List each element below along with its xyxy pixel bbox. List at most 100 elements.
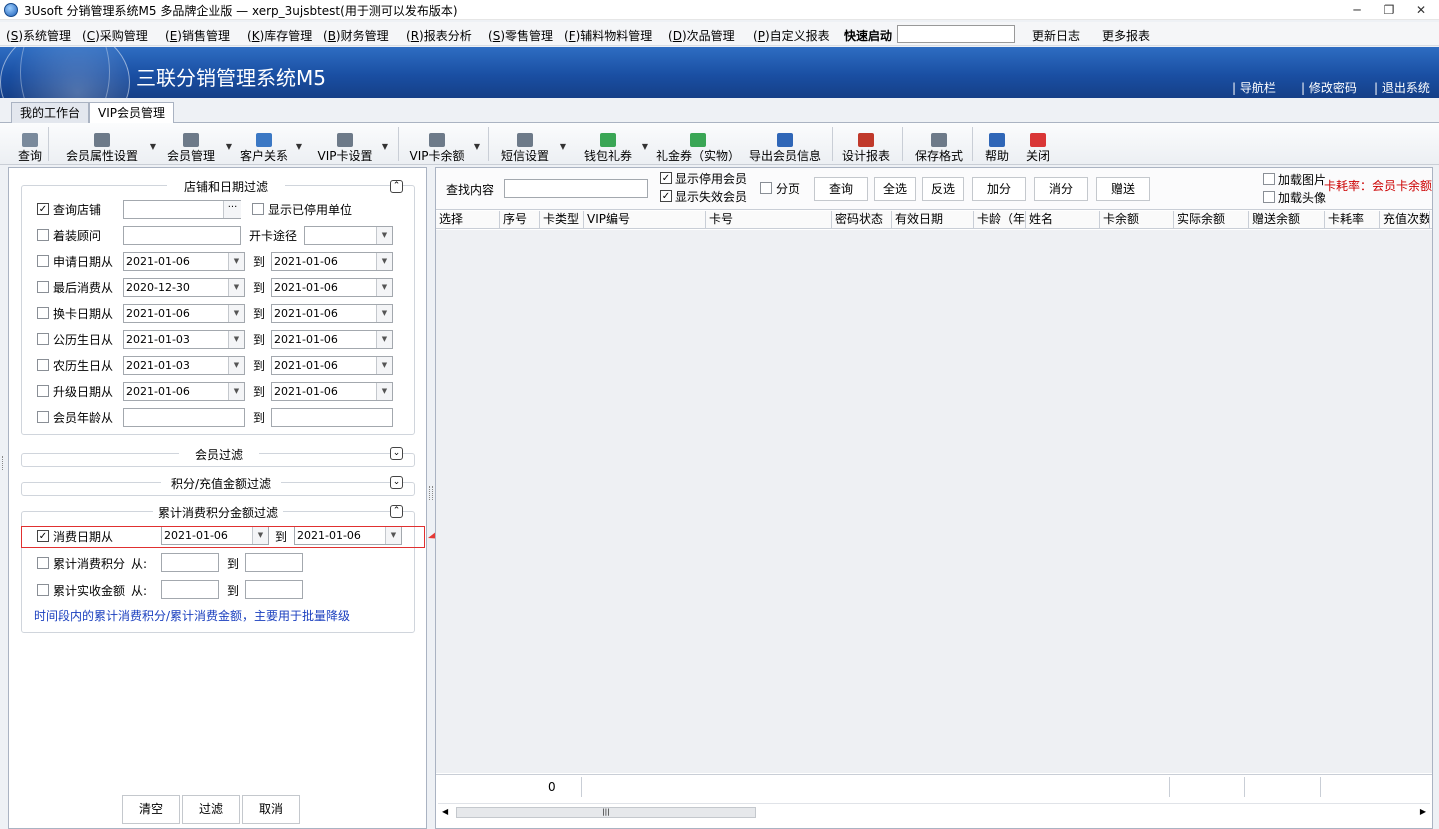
grid-body[interactable] [436, 230, 1432, 773]
date-row-checkbox[interactable] [37, 333, 49, 345]
grid-column-header[interactable]: VIP编号 [584, 211, 706, 229]
date-row-checkbox[interactable] [37, 255, 49, 267]
grid-column-header[interactable]: 卡号 [706, 211, 832, 229]
chevron-down-icon[interactable]: ▼ [228, 383, 244, 400]
date-row-checkbox[interactable] [37, 359, 49, 371]
clear-button[interactable]: 清空 [122, 795, 180, 824]
menu-item-1[interactable]: (C)采购管理 [82, 27, 148, 44]
dropdown-arrow-icon[interactable]: ▼ [296, 142, 302, 151]
toolbar-button-1[interactable]: 会员属性设置 ▼ [58, 126, 156, 166]
scroll-left-icon[interactable]: ◀ [442, 807, 448, 816]
age-to-input[interactable] [271, 408, 393, 427]
date-row-to[interactable]: 2021-01-06 ▼ [271, 356, 393, 375]
toolbar-button-0[interactable]: 查询 [12, 126, 48, 166]
cancel-button[interactable]: 取消 [242, 795, 300, 824]
date-row-checkbox[interactable] [37, 281, 49, 293]
tab-vip-management[interactable]: VIP会员管理 [89, 102, 174, 124]
horizontal-scrollbar[interactable]: ◀ ||| ▶ [438, 803, 1430, 820]
show-invalid-members-checkbox[interactable]: ✓ [660, 190, 672, 202]
cumulative-points-to[interactable] [245, 553, 303, 572]
chevron-down-icon[interactable]: ▼ [376, 253, 392, 270]
toolbar-button-6[interactable]: 短信设置 ▼ [494, 126, 566, 166]
date-row-checkbox[interactable] [37, 307, 49, 319]
toolbar-button-2[interactable]: 会员管理 ▼ [160, 126, 232, 166]
chevron-down-icon[interactable]: ▼ [376, 227, 392, 244]
minimize-icon[interactable]: ─ [1342, 1, 1372, 19]
grid-column-header[interactable]: 实际余额 [1174, 211, 1249, 229]
splitter-handle[interactable] [429, 486, 433, 500]
more-reports-link[interactable]: 更多报表 [1102, 27, 1150, 44]
age-checkbox[interactable] [37, 411, 49, 423]
grid-column-header[interactable]: 赠送余额 [1249, 211, 1325, 229]
toolbar-button-13[interactable]: 关闭 [1020, 126, 1056, 166]
logout-link[interactable]: 退出系统 [1374, 79, 1430, 96]
chevron-down-icon[interactable]: ▼ [228, 357, 244, 374]
grid-column-header[interactable]: 姓名 [1026, 211, 1100, 229]
add-points-button[interactable]: 加分 [972, 177, 1026, 201]
deduct-points-button[interactable]: 消分 [1034, 177, 1088, 201]
update-log-link[interactable]: 更新日志 [1032, 27, 1080, 44]
date-row-to[interactable]: 2021-01-06 ▼ [271, 304, 393, 323]
grid-column-header[interactable]: 充值次数 [1380, 211, 1430, 229]
change-password-link[interactable]: 修改密码 [1301, 79, 1357, 96]
load-avatar-checkbox[interactable] [1263, 191, 1275, 203]
collapse-up-icon[interactable]: ⌃ [390, 505, 403, 518]
toolbar-button-5[interactable]: VIP卡余额 ▼ [404, 126, 480, 166]
date-row-from[interactable]: 2021-01-06 ▼ [123, 252, 245, 271]
toolbar-button-10[interactable]: 设计报表 [838, 126, 894, 166]
browse-ellipsis-button[interactable]: ··· [223, 201, 241, 218]
toolbar-button-4[interactable]: VIP卡设置 ▼ [312, 126, 388, 166]
chevron-down-icon[interactable]: ▼ [228, 279, 244, 296]
date-row-to[interactable]: 2021-01-06 ▼ [271, 382, 393, 401]
chevron-down-icon[interactable]: ▼ [376, 357, 392, 374]
filter-button[interactable]: 过滤 [182, 795, 240, 824]
search-input[interactable] [504, 179, 648, 198]
grid-column-header[interactable]: 卡余额 [1100, 211, 1174, 229]
date-row-from[interactable]: 2020-12-30 ▼ [123, 278, 245, 297]
navbar-link[interactable]: 导航栏 [1232, 79, 1276, 96]
query-store-checkbox[interactable]: ✓ [37, 203, 49, 215]
grid-column-header[interactable]: 密码状态 [832, 211, 892, 229]
chevron-down-icon[interactable]: ▼ [228, 331, 244, 348]
menu-item-5[interactable]: (R)报表分析 [406, 27, 472, 44]
cumulative-amount-to[interactable] [245, 580, 303, 599]
expand-down-icon[interactable]: ⌄ [390, 476, 403, 489]
grid-column-header[interactable]: 卡类型 [540, 211, 584, 229]
expand-down-icon[interactable]: ⌄ [390, 447, 403, 460]
chevron-down-icon[interactable]: ▼ [376, 383, 392, 400]
consultant-checkbox[interactable] [37, 229, 49, 241]
gift-button[interactable]: 赠送 [1096, 177, 1150, 201]
grid-column-header[interactable]: 选择 [436, 211, 500, 229]
date-row-to[interactable]: 2021-01-06 ▼ [271, 278, 393, 297]
dropdown-arrow-icon[interactable]: ▼ [150, 142, 156, 151]
scroll-right-icon[interactable]: ▶ [1420, 807, 1426, 816]
close-icon[interactable]: ✕ [1406, 1, 1436, 19]
chevron-down-icon[interactable]: ▼ [376, 331, 392, 348]
menu-item-7[interactable]: (F)辅料物料管理 [564, 27, 652, 44]
menu-item-0[interactable]: (S)系统管理 [6, 27, 71, 44]
dropdown-arrow-icon[interactable]: ▼ [474, 142, 480, 151]
scrollbar-thumb[interactable]: ||| [456, 807, 756, 818]
menu-item-4[interactable]: (B)财务管理 [323, 27, 389, 44]
grid-column-header[interactable]: 有效日期 [892, 211, 974, 229]
cumulative-points-from[interactable] [161, 553, 219, 572]
toolbar-button-3[interactable]: 客户关系 ▼ [236, 126, 302, 166]
tab-workbench[interactable]: 我的工作台 [11, 102, 90, 123]
consultant-input[interactable] [123, 226, 241, 245]
date-row-from[interactable]: 2021-01-06 ▼ [123, 382, 245, 401]
dropdown-arrow-icon[interactable]: ▼ [642, 142, 648, 151]
paging-checkbox[interactable] [760, 182, 772, 194]
grid-column-header[interactable]: 卡龄（年） [974, 211, 1026, 229]
grid-column-header[interactable]: 卡耗率 [1325, 211, 1380, 229]
chevron-down-icon[interactable]: ▼ [228, 305, 244, 322]
load-image-checkbox[interactable] [1263, 173, 1275, 185]
show-disabled-units-checkbox[interactable] [252, 203, 264, 215]
dropdown-arrow-icon[interactable]: ▼ [226, 142, 232, 151]
card-channel-select[interactable]: ▼ [304, 226, 393, 245]
dropdown-arrow-icon[interactable]: ▼ [382, 142, 388, 151]
date-row-to[interactable]: 2021-01-06 ▼ [271, 252, 393, 271]
toolbar-button-12[interactable]: 帮助 [980, 126, 1014, 166]
date-row-to[interactable]: 2021-01-06 ▼ [271, 330, 393, 349]
collapse-up-icon[interactable]: ⌃ [390, 180, 403, 193]
invert-select-button[interactable]: 反选 [922, 177, 964, 201]
